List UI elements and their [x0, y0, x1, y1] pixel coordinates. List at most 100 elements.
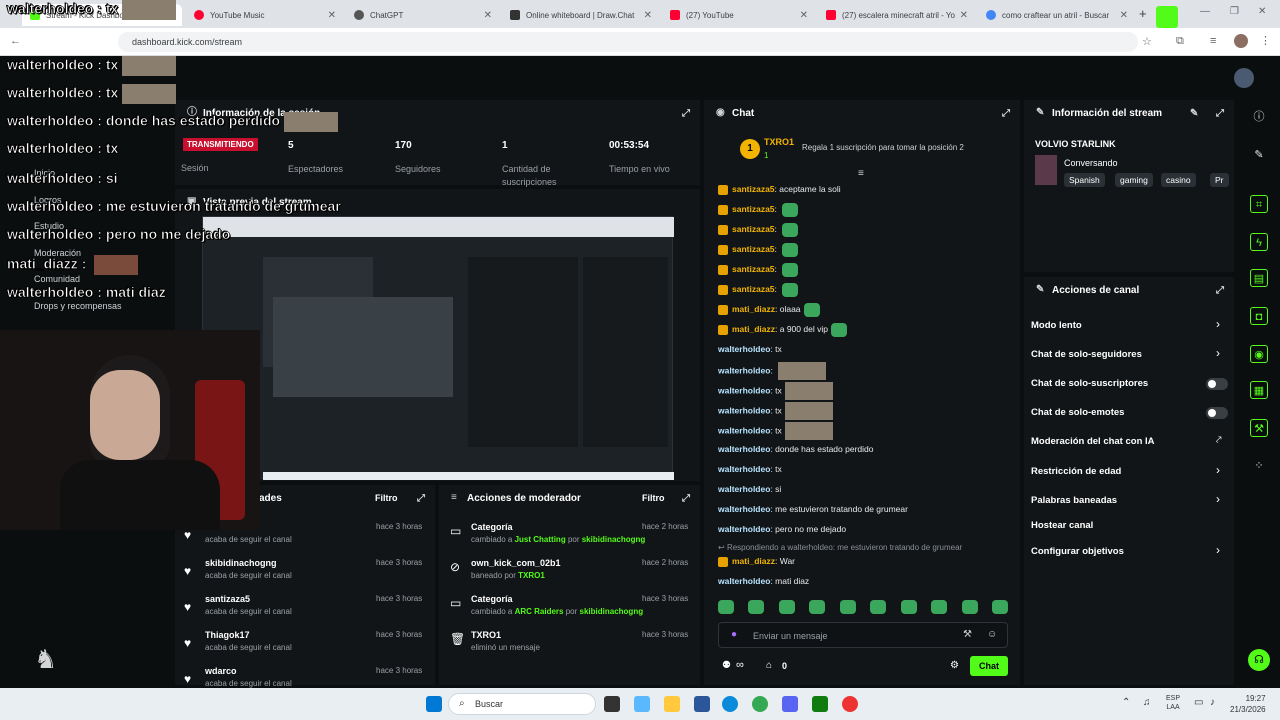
chevron-right-icon[interactable]: ›	[1216, 492, 1220, 506]
file-explorer-icon[interactable]	[664, 696, 680, 712]
follower-name[interactable]: wdarco	[205, 666, 237, 676]
chat-username[interactable]: santizaza5	[732, 224, 775, 234]
mod-action-title[interactable]: Categoría	[471, 594, 513, 604]
taskbar-search[interactable]: ⌕ Buscar	[448, 693, 596, 715]
emote-icon[interactable]	[839, 600, 856, 614]
gift-sub-prompt[interactable]: Regala 1 suscripción para tomar la posic…	[802, 143, 964, 152]
leaderboard-user[interactable]: TXRO1	[764, 137, 794, 147]
xbox-icon[interactable]	[812, 696, 828, 712]
external-link-icon[interactable]: ⤤	[1216, 435, 1222, 446]
channel-action-label[interactable]: Palabras baneadas	[1031, 495, 1117, 506]
close-icon[interactable]: ✕	[960, 10, 968, 21]
chat-username[interactable]: walterholdeo	[718, 484, 770, 494]
chat-username[interactable]: walterholdeo	[718, 464, 770, 474]
emote-icon[interactable]	[748, 600, 765, 614]
emote-icon[interactable]	[931, 600, 948, 614]
emoji-icon[interactable]: ☺	[987, 629, 997, 640]
channel-action-label[interactable]: Chat de solo-seguidores	[1031, 349, 1142, 360]
chat-username[interactable]: walterholdeo	[718, 524, 770, 534]
close-icon[interactable]: ✕	[1120, 10, 1128, 21]
windows-start-icon[interactable]	[426, 696, 442, 712]
network-icon[interactable]: ▭	[1194, 697, 1203, 708]
send-chat-button[interactable]: Chat	[970, 656, 1008, 676]
follower-name[interactable]: santizaza5	[205, 594, 250, 604]
profile-avatar[interactable]	[1234, 34, 1248, 48]
nav-drops[interactable]: Drops y recompensas	[34, 301, 122, 311]
chat-username[interactable]: walterholdeo	[718, 576, 770, 586]
command-icon[interactable]: ⚒	[963, 629, 972, 640]
broadcast-icon[interactable]: ◉	[1250, 345, 1268, 363]
close-icon[interactable]: ✕	[800, 10, 808, 21]
tray-chevron-icon[interactable]: ⌃	[1122, 697, 1130, 708]
chat-username[interactable]: mati_diazz	[732, 556, 775, 566]
tab-google-search[interactable]: como craftear un atril - Buscar ✕	[978, 4, 1134, 26]
close-icon[interactable]: ✕	[644, 10, 652, 21]
pencil-icon[interactable]: ✎	[1250, 146, 1268, 164]
obs-icon[interactable]	[842, 696, 858, 712]
stream-preview-video[interactable]	[202, 216, 674, 480]
chat-username[interactable]: santizaza5	[732, 284, 775, 294]
new-tab-plus-icon[interactable]: +	[1139, 6, 1147, 21]
chat-username[interactable]: walterholdeo	[718, 385, 770, 395]
chat-username[interactable]: santizaza5	[732, 204, 775, 214]
users-icon[interactable]: ⚉	[722, 660, 731, 671]
store-icon[interactable]: ⌂	[766, 660, 772, 671]
chat-username[interactable]: walterholdeo	[718, 425, 770, 435]
store-app-icon[interactable]	[694, 696, 710, 712]
channel-action-label[interactable]: Chat de solo-emotes	[1031, 407, 1124, 418]
chat-username[interactable]: walterholdeo	[718, 405, 770, 415]
chrome-icon[interactable]	[752, 696, 768, 712]
mic-icon[interactable]: ●	[731, 629, 737, 640]
tab-chatgpt[interactable]: ChatGPT ✕	[346, 4, 498, 26]
edit-pencil-icon[interactable]: ✎	[1190, 108, 1198, 119]
filter-button[interactable]: Filtro	[375, 493, 398, 503]
extensions-icon[interactable]: ⧉	[1176, 35, 1184, 48]
volume-icon[interactable]: ♪	[1210, 697, 1215, 708]
channel-action-label[interactable]: Configurar objetivos	[1031, 546, 1124, 557]
bolt-icon[interactable]: ϟ	[1250, 233, 1268, 251]
tab-youtube[interactable]: (27) YouTube ✕	[662, 4, 814, 26]
copilot-icon[interactable]	[634, 696, 650, 712]
nav-comunidad[interactable]: Comunidad	[34, 274, 80, 284]
minimize-icon[interactable]: —	[1200, 6, 1210, 17]
emote-icon[interactable]	[961, 600, 978, 614]
mod-action-highlight[interactable]: skibidinachogng	[582, 535, 646, 544]
emote-icon[interactable]	[809, 600, 826, 614]
expand-icon[interactable]: ⤢	[417, 493, 425, 504]
mod-action-highlight[interactable]: Just Chatting	[515, 535, 566, 544]
chat-username[interactable]: walterholdeo	[718, 444, 770, 454]
channel-action-label[interactable]: Restricción de edad	[1031, 466, 1121, 477]
support-headset-icon[interactable]: ☊	[1248, 649, 1270, 671]
tab-youtube-escalera[interactable]: (27) escalera minecraft atril - Yo ✕	[818, 4, 974, 26]
maximize-icon[interactable]: ❐	[1230, 6, 1239, 17]
chevron-right-icon[interactable]: ›	[1216, 346, 1220, 360]
tab-youtube-music[interactable]: YouTube Music ✕	[186, 4, 342, 26]
toggle-switch[interactable]	[1206, 378, 1228, 390]
chat-username[interactable]: santizaza5	[732, 184, 775, 194]
chevron-right-icon[interactable]: ›	[1216, 317, 1220, 331]
close-icon[interactable]: ✕	[484, 10, 492, 21]
chevron-right-icon[interactable]: ›	[1216, 543, 1220, 557]
info-icon[interactable]: ⓘ	[1250, 108, 1268, 126]
tab-drawchat[interactable]: Online whiteboard | Draw.Chat ✕	[502, 4, 658, 26]
mic-tray-icon[interactable]: ♫	[1143, 697, 1151, 708]
edge-icon[interactable]	[722, 696, 738, 712]
card-icon[interactable]: ▤	[1250, 269, 1268, 287]
follower-name[interactable]: skibidinachogng	[205, 558, 277, 568]
emote-icon[interactable]	[778, 600, 795, 614]
mod-action-highlight[interactable]: skibidinachogng	[580, 607, 644, 616]
channel-action-label[interactable]: Moderación del chat con IA	[1031, 436, 1155, 447]
layout-icon[interactable]: ▦	[1250, 381, 1268, 399]
chat-username[interactable]: walterholdeo	[718, 504, 770, 514]
chevron-right-icon[interactable]: ›	[1216, 463, 1220, 477]
expand-icon[interactable]: ⤢	[1216, 285, 1224, 296]
pin-menu-icon[interactable]: ≡	[858, 168, 864, 179]
mod-action-highlight[interactable]: TXRO1	[518, 571, 545, 580]
filter-button[interactable]: Filtro	[642, 493, 665, 503]
chat-username[interactable]: mati_diazz	[732, 324, 775, 334]
task-view-icon[interactable]	[604, 696, 620, 712]
language-indicator[interactable]: ESP LAA	[1166, 694, 1180, 712]
chat-username[interactable]: walterholdeo	[718, 365, 770, 375]
close-icon[interactable]: ✕	[328, 10, 336, 21]
bookmark-star-icon[interactable]: ☆	[1142, 35, 1152, 48]
